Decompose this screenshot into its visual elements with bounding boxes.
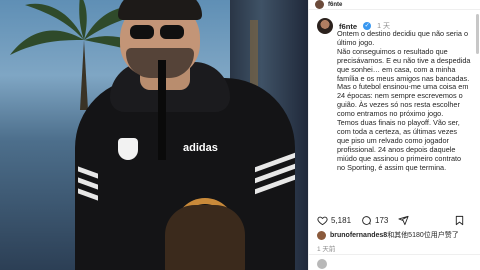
divider [309,254,480,255]
save-action[interactable] [454,215,465,226]
caption-line: Mas o futebol ensinou-me uma coisa em 24… [337,82,469,119]
liked-by-row[interactable]: brunofernandes8和其他5180位用户赞了 [317,230,459,240]
post-header-bar: f6nte [309,0,480,10]
comments-count: 173 [375,215,389,225]
caption-line: Temos duas finais no playoff. Vão ser, c… [337,118,462,172]
share-icon[interactable] [398,215,409,226]
comment-icon[interactable] [361,215,372,226]
liked-by-text[interactable]: 和其他5180位用户赞了 [387,232,459,239]
club-crest [118,138,138,160]
caption-scroll-area[interactable]: f6nte ✓ 1 天 Ontem o destino decidiu que … [309,12,477,207]
comment-action[interactable]: 173 [361,215,388,226]
post-caption: Ontem o destino decidiu que não seria o … [337,29,471,173]
scrollbar[interactable] [476,14,479,54]
action-bar: 5,181 173 [317,212,475,228]
bag [165,205,245,270]
bookmark-icon[interactable] [454,215,465,226]
sunglasses [130,25,186,39]
current-user-avatar [317,259,327,269]
caption-line: Ontem o destino decidiu que não seria o … [337,29,469,47]
author-avatar[interactable] [317,18,333,34]
header-avatar[interactable] [315,0,324,9]
sleeve-stripes-left [78,166,98,213]
caption-line: Não conseguimos o resultado que precisáv… [337,46,471,83]
post-date: 1 天前 [317,246,336,253]
header-username[interactable]: f6nte [328,2,342,8]
bag-strap [158,60,166,160]
post-details-panel: f6nte f6nte ✓ 1 天 Ontem o destino decidi… [308,0,480,270]
share-action[interactable] [398,215,409,226]
likes-count: 5,181 [331,215,352,225]
liked-by-user[interactable]: brunofernandes8 [330,232,387,239]
post-photo[interactable]: adidas [0,0,308,270]
comment-input-row[interactable] [317,259,327,269]
heart-icon[interactable] [317,215,328,226]
like-action[interactable]: 5,181 [317,215,351,226]
brand-logo: adidas [183,142,218,154]
player-hair [118,0,202,20]
liked-by-avatar [317,230,326,240]
